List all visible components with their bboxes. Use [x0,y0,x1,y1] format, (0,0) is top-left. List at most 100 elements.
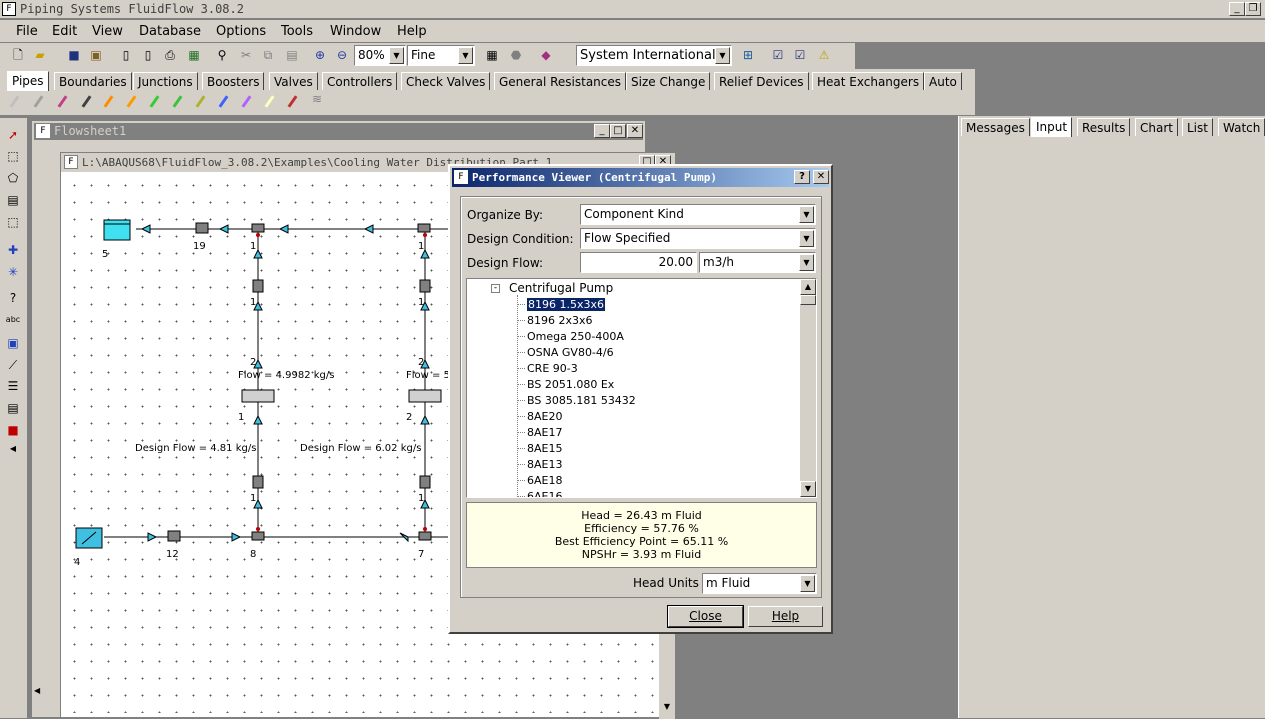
tab-input[interactable]: Input [1031,117,1073,137]
chevron-down-icon[interactable]: ▼ [799,206,814,223]
tab-results[interactable]: Results [1077,118,1131,136]
text-abc-icon[interactable]: abc [3,310,23,330]
organize-select[interactable]: Component Kind ▼ [580,204,816,225]
flow-input[interactable]: 20.00 [580,252,697,273]
calculator-icon[interactable]: ▦ [482,45,502,65]
chevron-down-icon[interactable]: ▼ [800,575,815,592]
pipe-tool-11[interactable] [241,92,258,110]
menu-window[interactable]: Window [330,24,381,39]
scroll-down-icon[interactable]: ▼ [659,699,675,715]
chevron-down-icon[interactable]: ▼ [389,47,404,64]
scroll-up-icon[interactable]: ▲ [800,279,816,295]
pipe-tool-9[interactable] [195,92,212,110]
tab-check-valves[interactable]: Check Valves [401,72,491,90]
tree-item[interactable]: OSNA GV80-4/6 [517,345,614,360]
pipe-tool-7[interactable] [149,92,166,110]
tab-controllers[interactable]: Controllers [322,72,398,90]
tab-boundaries[interactable]: Boundaries [54,72,132,90]
tree-item[interactable]: 8196 2x3x6 [517,313,593,328]
head-units-select[interactable]: m Fluid ▼ [702,573,817,594]
snap-icon[interactable]: ✳ [3,262,23,282]
pipe-tool-6[interactable] [126,92,143,110]
tab-relief-devices[interactable]: Relief Devices [714,72,809,90]
tab-watch[interactable]: Watch [1218,118,1265,136]
tree-item[interactable]: 8196 1.5x3x6 [517,297,607,312]
menu-tools[interactable]: Tools [281,24,313,39]
pump-tree[interactable]: - Centrifugal Pump 8196 1.5x3x6 8196 2x3… [466,278,817,498]
tab-junctions[interactable]: Junctions [133,72,198,90]
select-rect-icon[interactable]: ⬚ [3,146,23,166]
tab-chart[interactable]: Chart [1135,118,1178,136]
pipe-tool-12[interactable] [264,92,281,110]
pipe-tool-3[interactable] [57,92,74,110]
pipe-tool-10[interactable] [218,92,235,110]
menu-file[interactable]: File [16,24,38,39]
coil-icon[interactable]: ≋ [312,92,328,110]
tree-scrollbar[interactable]: ▲ ▼ [800,279,816,497]
select-arrow-icon[interactable]: ➚ [3,125,23,145]
layout-icon[interactable]: ⊞ [738,45,758,65]
tree-item[interactable]: 6AE18 [517,473,562,488]
tree-item[interactable]: Omega 250-400A [517,329,624,344]
tab-messages[interactable]: Messages [961,118,1030,136]
tab-pipes[interactable]: Pipes [7,71,49,91]
pipe-tool-5[interactable] [103,92,120,110]
table-icon[interactable]: ▤ [3,398,23,418]
tab-boosters[interactable]: Boosters [202,72,265,90]
menu-view[interactable]: View [92,24,123,39]
line-width-icon[interactable]: ☰ [3,376,23,396]
scroll-down-icon[interactable]: ▼ [800,481,816,497]
zoom-in-icon[interactable]: ⊕ [310,45,330,65]
tree-collapse-icon[interactable]: - [491,284,500,293]
tab-size-change[interactable]: Size Change [626,72,711,90]
pipe-tool-2[interactable] [33,92,50,110]
close-button[interactable]: Close [667,605,744,628]
minimize-button[interactable]: _ [1229,2,1245,16]
print-icon[interactable]: ⎙ [160,45,180,65]
minimize-button[interactable]: _ [594,124,610,138]
note-icon[interactable]: ▤ [3,190,23,210]
horizontal-scrollbar[interactable]: ◀ [32,683,60,699]
scroll-left-icon[interactable]: ◀ [3,439,23,459]
line-icon[interactable]: ⟋ [3,355,23,375]
help-icon[interactable]: ? [794,170,810,184]
chevron-down-icon[interactable]: ▼ [458,47,473,64]
tab-valves[interactable]: Valves [269,72,318,90]
warning-icon[interactable]: ⚠ [814,45,834,65]
menu-options[interactable]: Options [216,24,266,39]
pipe-tool-13[interactable] [287,92,304,110]
tree-item[interactable]: 8AE15 [517,441,562,456]
zoom-rect-icon[interactable]: ⬚ [3,212,23,232]
tree-item[interactable]: 8AE13 [517,457,562,472]
zoom-select[interactable]: 80% ▼ [354,45,406,66]
save-as-icon[interactable]: ▣ [86,45,106,65]
save-icon[interactable]: ■ [64,45,84,65]
database-icon[interactable]: ◆ [536,45,556,65]
scroll-left-icon[interactable]: ◀ [34,683,40,699]
find-icon[interactable]: ⚲ [212,45,232,65]
tab-heat-exchangers[interactable]: Heat Exchangers [812,72,925,90]
lasso-icon[interactable]: ⬠ [3,168,23,188]
pipe-tool-8[interactable] [172,92,189,110]
tab-auto[interactable]: Auto [924,72,962,90]
menu-help[interactable]: Help [397,24,427,39]
tab-general-resistances[interactable]: General Resistances [494,72,627,90]
restore-button[interactable]: ❐ [1245,2,1261,16]
pipe-tool-1[interactable] [9,92,26,110]
tree-item[interactable]: BS 2051.080 Ex [517,377,614,392]
open-folder-icon[interactable]: ▰ [30,45,50,65]
new-file-icon[interactable]: 🗋 [8,45,28,65]
menu-edit[interactable]: Edit [52,24,77,39]
close-button[interactable]: ✕ [627,124,643,138]
check-icon[interactable]: ☑ [768,45,788,65]
units-select[interactable]: System International ▼ [576,45,732,66]
stop-icon[interactable]: ⬣ [506,45,526,65]
condition-select[interactable]: Flow Specified ▼ [580,228,816,249]
tab-list[interactable]: List [1182,118,1213,136]
copy-icon[interactable]: ⧉ [258,45,278,65]
chevron-down-icon[interactable]: ▼ [715,47,730,64]
menu-database[interactable]: Database [139,24,201,39]
checkbox-icon[interactable]: ☑ [790,45,810,65]
paste-icon[interactable]: ▤ [282,45,302,65]
zoom-out-icon[interactable]: ⊖ [332,45,352,65]
